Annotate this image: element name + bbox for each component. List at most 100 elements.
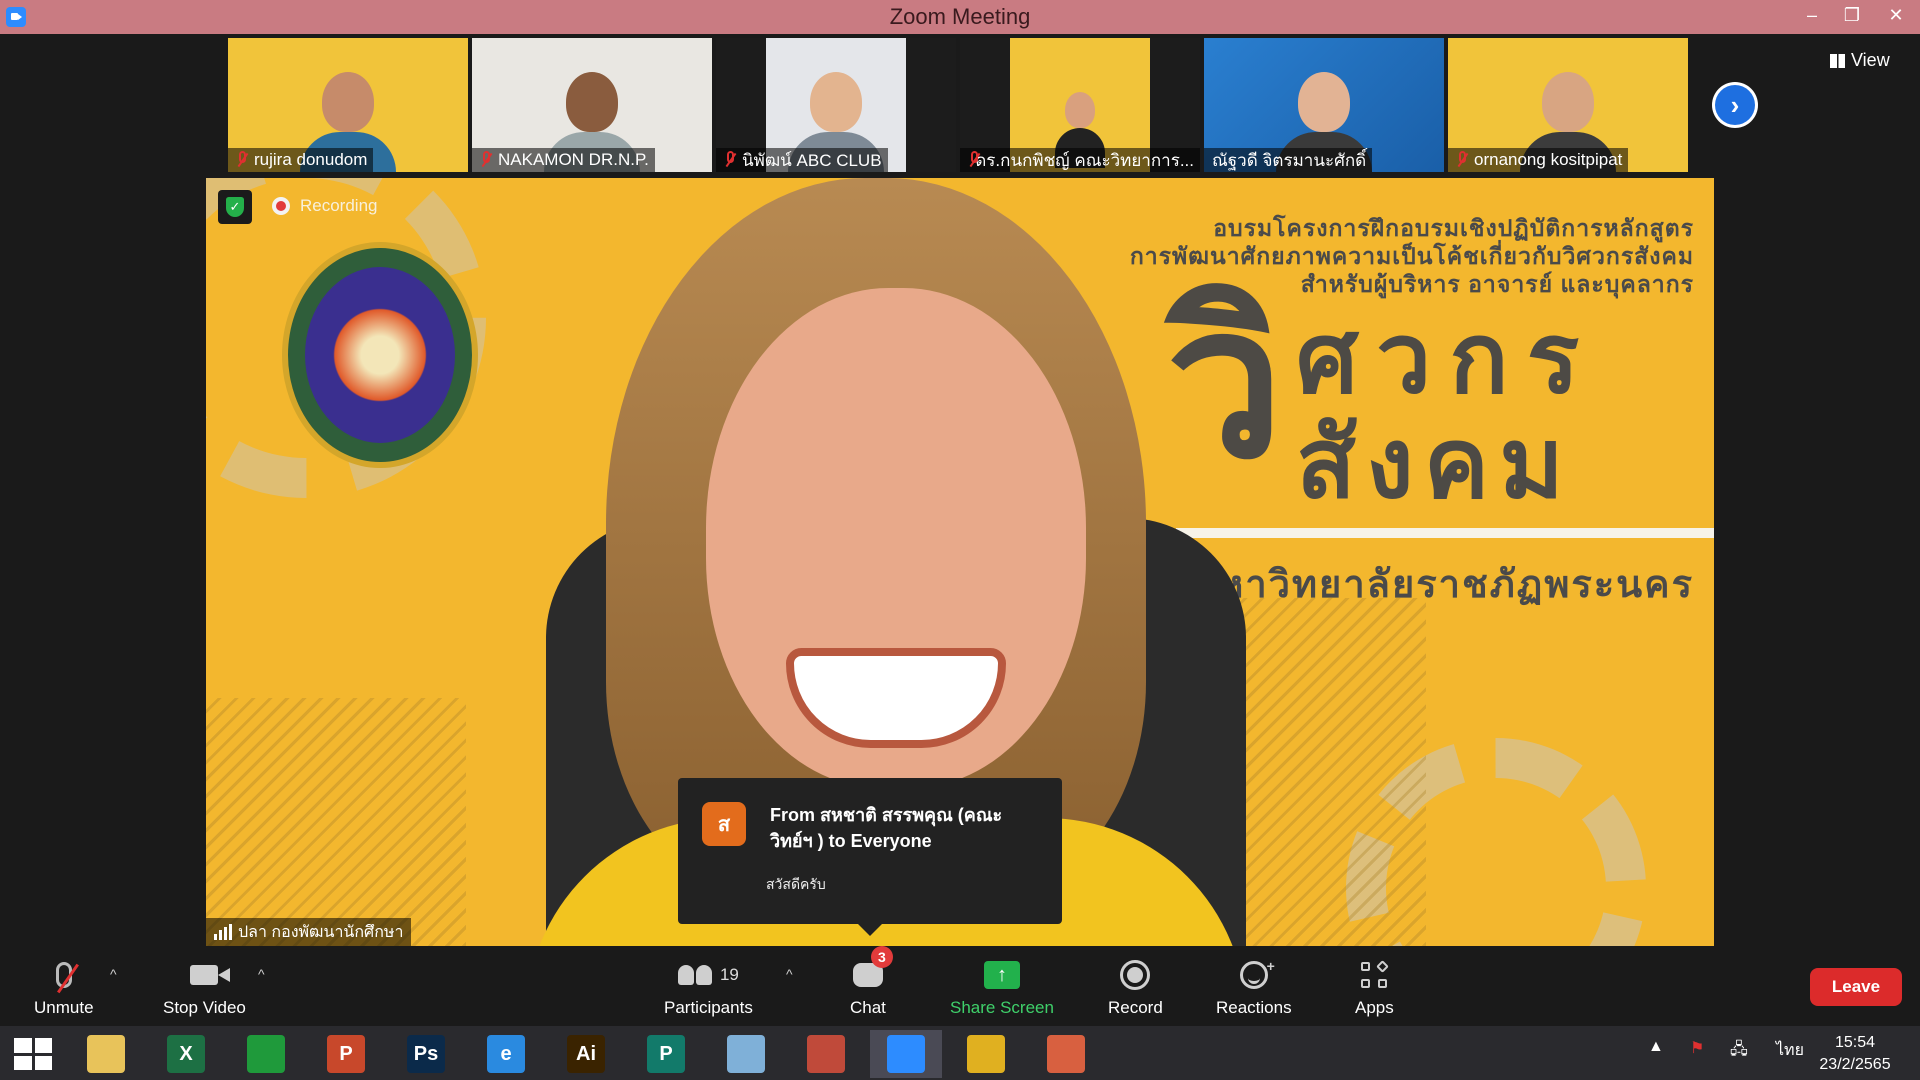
participant-name-tag: นิพัฒน์ ABC CLUB xyxy=(716,148,888,172)
signal-bars-icon xyxy=(214,924,232,940)
apps-icon xyxy=(1361,960,1390,988)
participants-options-caret[interactable]: ^ xyxy=(786,966,793,982)
taskbar-app-excel[interactable]: X xyxy=(150,1030,222,1078)
chat-button[interactable]: 3 Chat xyxy=(850,946,893,1018)
meeting-controls-toolbar: Unmute ^ Stop Video ^ 19 Participants ^ … xyxy=(0,946,1920,1026)
taskbar-app-store[interactable] xyxy=(230,1030,302,1078)
share-screen-icon: ↑ xyxy=(983,961,1020,989)
chat-notification[interactable]: ส From สหชาติ สรรพคุณ (คณะ วิทย์ฯ ) to E… xyxy=(678,778,1062,936)
audio-options-caret[interactable]: ^ xyxy=(110,966,117,982)
clock-time: 15:54 xyxy=(1834,1034,1876,1051)
apps-label: Apps xyxy=(1355,998,1394,1017)
record-dot-icon xyxy=(272,197,290,215)
tray-overflow-icon[interactable]: ▲ xyxy=(1648,1038,1664,1056)
participant-thumbnail[interactable]: ดร.กนกพิชญ์ คณะวิทยาการ... xyxy=(960,38,1200,172)
participant-name: ณัฐวดี จิตรมานะศักดิ์ xyxy=(1212,150,1367,170)
store-icon xyxy=(247,1035,285,1073)
zoom-app-icon xyxy=(6,7,26,27)
unmute-label: Unmute xyxy=(34,998,94,1017)
grid-view-icon xyxy=(1830,53,1845,68)
next-page-button[interactable]: › xyxy=(1712,82,1758,128)
participant-name-tag: NAKAMON DR.N.P. xyxy=(472,148,655,172)
taskbar-app-publisher[interactable]: P xyxy=(630,1030,702,1078)
system-clock[interactable]: 15:54 23/2/2565 xyxy=(1800,1032,1910,1076)
participant-name-tag: ดร.กนกพิชญ์ คณะวิทยาการ... xyxy=(960,148,1200,172)
participant-name: นิพัฒน์ ABC CLUB xyxy=(742,150,882,170)
chat-label: Chat xyxy=(850,998,886,1017)
taskbar-app-photoshop[interactable]: Ps xyxy=(390,1030,462,1078)
taskbar-app-powerpoint[interactable]: P xyxy=(310,1030,382,1078)
chat-sender: From สหชาติ สรรพคุณ (คณะ วิทย์ฯ ) to Eve… xyxy=(770,805,1003,851)
participants-button[interactable]: 19 Participants xyxy=(664,954,753,1018)
reactions-button[interactable]: + Reactions xyxy=(1216,954,1292,1018)
participant-name-tag: ornanong kositpipat xyxy=(1448,148,1629,172)
publisher-icon: P xyxy=(647,1035,685,1073)
taskbar-app-chrome[interactable] xyxy=(950,1030,1022,1078)
muted-mic-icon xyxy=(480,151,493,169)
shield-icon: ✓ xyxy=(226,197,244,217)
zoom-icon xyxy=(887,1035,925,1073)
participant-thumbnail-strip: rujira donudom NAKAMON DR.N.P. นิพัฒน์ A… xyxy=(228,38,1688,172)
window-controls: – ❐ ✕ xyxy=(1792,0,1920,34)
chevron-right-icon: › xyxy=(1715,85,1755,125)
recording-indicator[interactable]: Recording xyxy=(272,196,378,216)
photoshop-icon: Ps xyxy=(407,1035,445,1073)
internet-explorer-icon: e xyxy=(487,1035,525,1073)
record-label: Record xyxy=(1108,998,1163,1017)
muted-mic-icon xyxy=(55,962,79,994)
file-explorer-icon xyxy=(87,1035,125,1073)
video-options-caret[interactable]: ^ xyxy=(258,966,265,982)
muted-mic-icon xyxy=(724,151,737,169)
leave-button[interactable]: Leave xyxy=(1810,968,1902,1006)
participant-thumbnail[interactable]: นิพัฒน์ ABC CLUB xyxy=(716,38,956,172)
taskbar-app-file-explorer[interactable] xyxy=(70,1030,142,1078)
taskbar-app-zoom[interactable] xyxy=(870,1030,942,1078)
security-badge[interactable]: ✓ xyxy=(218,190,252,224)
photoscape-icon xyxy=(807,1035,845,1073)
windows-start-button[interactable] xyxy=(14,1038,52,1070)
participant-thumbnail[interactable]: ณัฐวดี จิตรมานะศักดิ์ xyxy=(1204,38,1444,172)
stop-video-button[interactable]: Stop Video xyxy=(163,954,246,1018)
taskbar-app-notes[interactable] xyxy=(710,1030,782,1078)
participant-name: ornanong kositpipat xyxy=(1474,150,1623,169)
close-button[interactable]: ✕ xyxy=(1872,0,1920,30)
participant-name: ดร.กนกพิชญ์ คณะวิทยาการ... xyxy=(975,150,1194,170)
participants-count: 19 xyxy=(719,965,739,984)
windows-taskbar: X P Ps e Ai P ▲ ⚑ 🖧 ไทย 15:54 23/2/2565 xyxy=(0,1026,1920,1080)
apps-button[interactable]: Apps xyxy=(1355,954,1394,1018)
taskbar-app-photoscape[interactable] xyxy=(790,1030,862,1078)
participant-name-tag: rujira donudom xyxy=(228,148,374,172)
share-screen-label: Share Screen xyxy=(950,998,1054,1017)
window-title: Zoom Meeting xyxy=(889,4,1031,29)
taskbar-app-photos[interactable] xyxy=(1030,1030,1102,1078)
stop-video-label: Stop Video xyxy=(163,998,246,1017)
sender-avatar: ส xyxy=(702,802,746,846)
participant-thumbnail[interactable]: rujira donudom xyxy=(228,38,468,172)
record-icon xyxy=(1120,960,1151,990)
taskbar-app-internet-explorer[interactable]: e xyxy=(470,1030,542,1078)
university-name: มหาวิทยาลัยราชภัฏพระนคร xyxy=(1191,564,1694,606)
record-button[interactable]: Record xyxy=(1108,954,1163,1018)
chat-message: สวัสดีครับ xyxy=(766,876,826,892)
big-title-line2: สังคม xyxy=(1296,408,1574,518)
chrome-icon xyxy=(967,1035,1005,1073)
big-title-line1: ศวกร xyxy=(1296,303,1598,413)
clock-date: 23/2/2565 xyxy=(1819,1056,1891,1073)
participant-thumbnail[interactable]: ornanong kositpipat xyxy=(1448,38,1688,172)
restore-button[interactable]: ❐ xyxy=(1832,0,1872,30)
participant-name: rujira donudom xyxy=(254,150,368,169)
zoom-window: Zoom Meeting – ❐ ✕ rujira donudom NAKAMO… xyxy=(0,0,1920,1080)
excel-icon: X xyxy=(167,1035,205,1073)
network-icon[interactable]: 🖧 xyxy=(1730,1038,1748,1065)
minimize-button[interactable]: – xyxy=(1792,0,1832,30)
taskbar-app-illustrator[interactable]: Ai xyxy=(550,1030,622,1078)
view-label: View xyxy=(1851,50,1890,70)
share-screen-button[interactable]: ↑ Share Screen xyxy=(950,954,1054,1018)
muted-mic-icon xyxy=(1456,151,1469,169)
photos-icon xyxy=(1047,1035,1085,1073)
participant-thumbnail[interactable]: NAKAMON DR.N.P. xyxy=(472,38,712,172)
view-button[interactable]: View xyxy=(1830,50,1890,71)
action-center-flag-icon[interactable]: ⚑ xyxy=(1690,1038,1704,1058)
unread-badge: 3 xyxy=(870,946,893,968)
unmute-button[interactable]: Unmute xyxy=(34,954,94,1018)
